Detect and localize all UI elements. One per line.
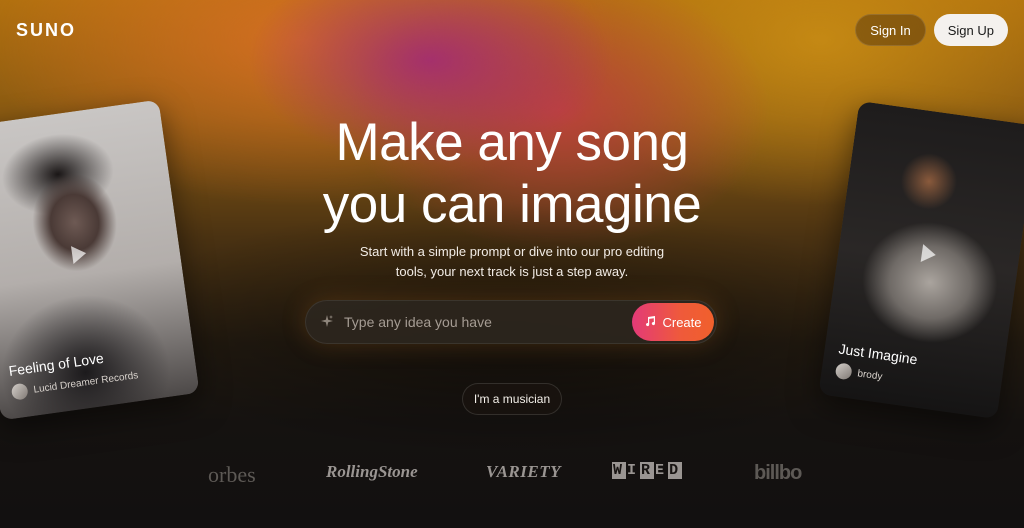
artist-name: brody: [856, 367, 884, 383]
hero-headline: Make any song you can imagine: [0, 112, 1024, 236]
forbes-logo: orbes: [208, 462, 256, 487]
create-label: Create: [662, 314, 702, 330]
press-logos: orbes RollingStone VARIETY WIRED billbo: [0, 456, 1024, 492]
create-button[interactable]: Create: [632, 303, 714, 341]
song-prompt-bar: Create: [305, 300, 717, 344]
artist-avatar: [834, 362, 853, 381]
im-a-musician-button[interactable]: I'm a musician: [462, 383, 562, 415]
auth-nav: Sign In Sign Up: [855, 14, 1008, 46]
sign-in-button[interactable]: Sign In: [855, 14, 926, 46]
song-artist: brody: [834, 362, 884, 384]
sign-up-button[interactable]: Sign Up: [933, 14, 1008, 46]
rolling-stone-logo: RollingStone: [326, 462, 418, 481]
artist-avatar: [10, 382, 29, 401]
subline-line-2: tools, your next track is just a step aw…: [395, 264, 629, 279]
hero-subheadline: Start with a simple prompt or dive into …: [0, 242, 1024, 282]
headline-line-1: Make any song: [335, 113, 689, 172]
music-note-icon: [644, 315, 656, 330]
subline-line-1: Start with a simple prompt or dive into …: [359, 244, 665, 259]
suno-logo[interactable]: SUNO: [16, 20, 76, 41]
headline-line-2: you can imagine: [322, 175, 702, 234]
sparkle-icon: [320, 314, 336, 330]
song-idea-input[interactable]: [336, 301, 632, 343]
wired-logo: WIRED: [612, 462, 683, 479]
billboard-logo: billbo: [754, 462, 802, 484]
variety-logo: VARIETY: [486, 462, 561, 481]
